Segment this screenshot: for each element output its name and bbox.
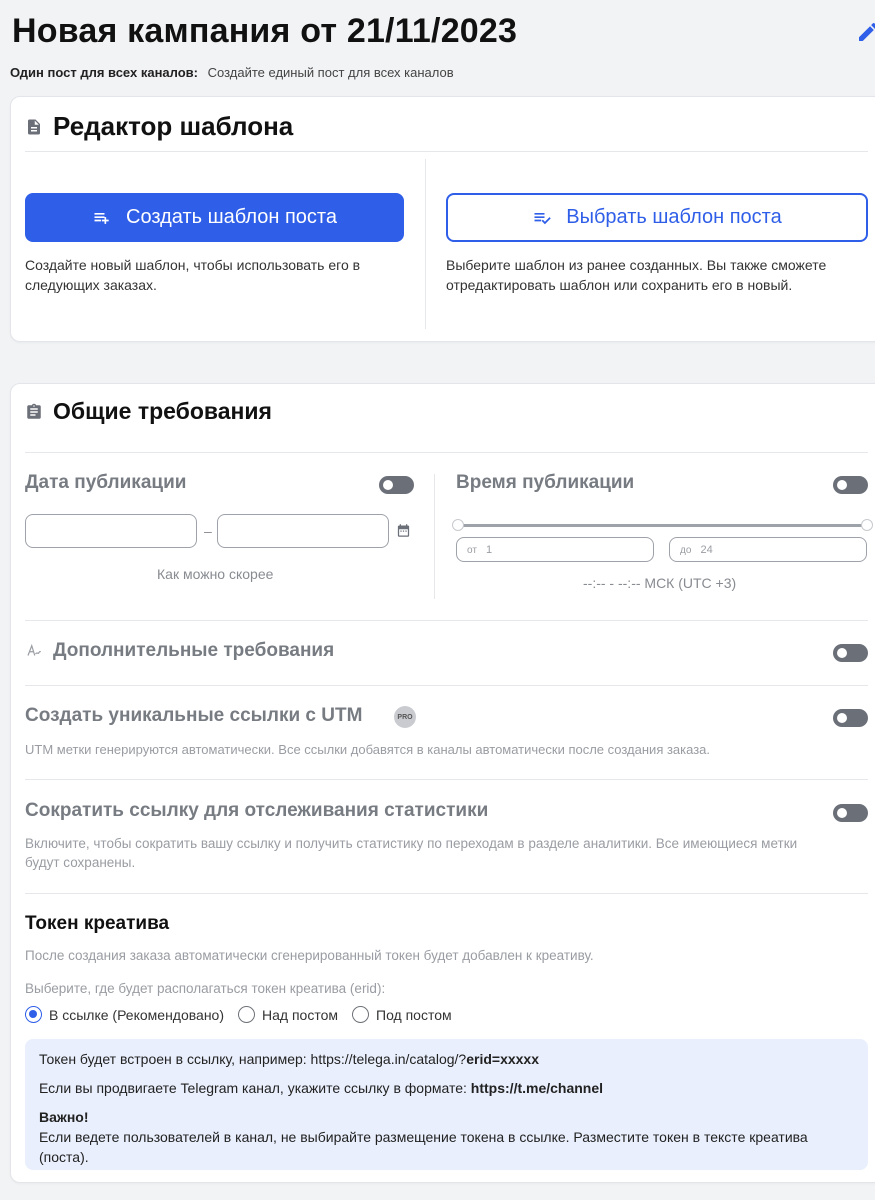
time-range-slider[interactable] <box>458 524 865 527</box>
requirements-header: Общие требования <box>25 398 272 425</box>
create-template-label: Создать шаблон поста <box>126 206 337 228</box>
date-range-separator: – <box>204 523 212 539</box>
info-line-2: Если вы продвигаете Telegram канал, укаж… <box>39 1078 854 1098</box>
time-from-value: 1 <box>485 544 493 556</box>
utm-links-label: Создать уникальные ссылки с UTM <box>25 705 363 726</box>
playlist-add-icon <box>94 212 109 224</box>
template-editor-title: Редактор шаблона <box>53 111 294 141</box>
token-description: После создания заказа автоматически сген… <box>25 948 594 963</box>
radio-below-post[interactable]: Под постом <box>352 1006 452 1023</box>
radio-above-post-label: Над постом <box>262 1006 338 1023</box>
clipboard-icon <box>27 403 41 419</box>
pencil-edit-icon[interactable] <box>856 20 875 44</box>
vertical-divider <box>425 159 426 329</box>
date-from-input[interactable] <box>25 514 197 548</box>
utm-links-toggle[interactable] <box>833 709 868 727</box>
shorten-link-toggle[interactable] <box>833 804 868 822</box>
radio-above-post[interactable]: Над постом <box>238 1006 338 1023</box>
divider <box>25 893 868 894</box>
token-title: Токен креатива <box>25 913 170 934</box>
time-slider-max-handle[interactable] <box>861 519 873 531</box>
info-line-1-bold: erid=xxxxx <box>466 1051 540 1067</box>
document-icon <box>28 119 40 134</box>
time-to-input[interactable]: до 24 <box>669 537 867 562</box>
pro-badge: PRO <box>394 706 416 728</box>
time-to-prefix: до <box>680 545 692 556</box>
template-editor-card: Редактор шаблона Создать шаблон поста Со… <box>10 96 875 342</box>
page-subtitle: Один пост для всех каналов: Создайте еди… <box>10 65 454 80</box>
divider <box>25 151 868 152</box>
create-template-button[interactable]: Создать шаблон поста <box>25 193 404 242</box>
template-editor-header: Редактор шаблона <box>25 111 293 142</box>
publication-time-toggle[interactable] <box>833 476 868 494</box>
time-from-prefix: от <box>467 545 477 556</box>
choose-template-label: Выбрать шаблон поста <box>566 206 782 228</box>
choose-template-description: Выберите шаблон из ранее созданных. Вы т… <box>446 255 826 295</box>
additional-requirements-label: Дополнительные требования <box>53 640 335 661</box>
requirements-card: Общие требования Дата публикации – Как м… <box>10 383 875 1183</box>
publication-date-label: Дата публикации <box>25 472 187 493</box>
time-to-value: 24 <box>700 544 713 556</box>
date-hint: Как можно скорее <box>157 566 274 582</box>
calendar-icon[interactable] <box>396 523 411 538</box>
important-text: Если ведете пользователей в канал, не вы… <box>39 1129 808 1165</box>
radio-in-link-circle[interactable] <box>25 1006 42 1023</box>
create-desc-line-1: Создайте новый шаблон, чтобы использоват… <box>25 257 361 273</box>
radio-below-post-label: Под постом <box>376 1006 452 1023</box>
divider <box>25 620 868 621</box>
divider <box>25 452 868 453</box>
choose-desc-line-1: Выберите шаблон из ранее созданных. Вы т… <box>446 257 827 273</box>
info-line-1: Токен будет встроен в ссылку, например: … <box>39 1049 854 1069</box>
create-template-description: Создайте новый шаблон, чтобы использоват… <box>25 255 360 295</box>
vertical-divider <box>434 474 435 599</box>
divider <box>25 685 868 686</box>
important-note: Важно! Если ведете пользователей в канал… <box>39 1107 854 1167</box>
playlist-check-icon <box>534 212 552 224</box>
publication-time-label: Время публикации <box>456 472 635 493</box>
shorten-link-description: Включите, чтобы сократить вашу ссылку и … <box>25 834 868 872</box>
token-question: Выберите, где будет располагаться токен … <box>25 981 386 996</box>
publication-date-toggle[interactable] <box>379 476 414 494</box>
token-info-box: Токен будет встроен в ссылку, например: … <box>25 1039 868 1170</box>
shorten-link-label: Сократить ссылку для отслеживания статис… <box>25 800 489 821</box>
requirements-title: Общие требования <box>53 398 272 424</box>
info-line-2-text: Если вы продвигаете Telegram канал, укаж… <box>39 1080 471 1096</box>
additional-requirements-toggle[interactable] <box>833 644 868 662</box>
shorten-desc-line-2: будут сохранены. <box>25 855 136 870</box>
token-placement-radio-group: В ссылке (Рекомендовано) Над постом Под … <box>25 1006 452 1023</box>
info-line-1-text: Токен будет встроен в ссылку, например: … <box>39 1051 467 1067</box>
info-line-2-bold: https://t.me/channel <box>470 1080 604 1096</box>
time-from-input[interactable]: от 1 <box>456 537 654 562</box>
page-title: Новая кампания от 21/11/2023 <box>12 12 518 50</box>
subtitle-label: Один пост для всех каналов: <box>10 65 198 80</box>
shorten-desc-line-1: Включите, чтобы сократить вашу ссылку и … <box>25 836 798 851</box>
divider <box>25 779 868 780</box>
important-title: Важно! <box>39 1109 89 1125</box>
time-slider-min-handle[interactable] <box>452 519 464 531</box>
subtitle-value: Создайте единый пост для всех каналов <box>207 65 454 80</box>
radio-in-link[interactable]: В ссылке (Рекомендовано) <box>25 1006 224 1023</box>
choose-desc-line-2: отредактировать шаблон или сохранить его… <box>446 277 793 293</box>
radio-below-post-circle[interactable] <box>352 1006 369 1023</box>
choose-template-button[interactable]: Выбрать шаблон поста <box>446 193 868 242</box>
radio-above-post-circle[interactable] <box>238 1006 255 1023</box>
create-desc-line-2: следующих заказах. <box>25 277 157 293</box>
date-to-input[interactable] <box>217 514 389 548</box>
timezone-text: --:-- - --:-- МСК (UTC +3) <box>583 575 737 591</box>
radio-in-link-label: В ссылке (Рекомендовано) <box>49 1006 224 1023</box>
handwriting-icon <box>27 643 42 656</box>
utm-description: UTM метки генерируются автоматически. Вс… <box>25 742 711 757</box>
